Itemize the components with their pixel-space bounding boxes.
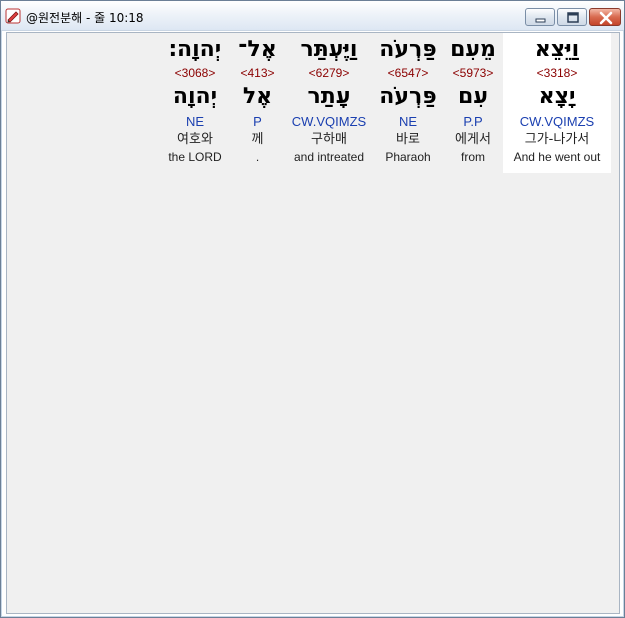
english-gloss: And he went out <box>513 150 601 164</box>
close-icon <box>599 11 613 25</box>
minimize-button[interactable] <box>525 8 555 26</box>
hebrew-word: וַיֵּצֵא <box>534 37 580 62</box>
close-button[interactable] <box>589 8 621 26</box>
hebrew-word: וַיֶּעְתַּר <box>300 37 358 62</box>
strong-number: <6279> <box>308 66 350 80</box>
morphology-code: P.P <box>463 114 483 129</box>
korean-gloss: 여호와 <box>177 132 213 147</box>
hebrew-root: יְהוָה <box>172 84 218 109</box>
hebrew-word: יְהוָה׃ <box>168 37 222 62</box>
hebrew-root: יָצָא <box>538 84 576 109</box>
hebrew-word: אֶל־ <box>238 37 277 62</box>
window-title: @원전분해 - 줄 10:18 <box>26 11 144 25</box>
strong-number: <5973> <box>452 66 494 80</box>
word-column-1-selected[interactable]: וַיֵּצֵא <3318> יָצָא CW.VQIMZS 그가-나가서 A… <box>503 33 611 173</box>
app-window: @원전분해 - 줄 10:18 יְהוָה׃ <3068> יְהוָה NE… <box>0 0 625 618</box>
hebrew-root: עָתַר <box>307 84 351 109</box>
strong-number: <3318> <box>536 66 578 80</box>
word-column-5[interactable]: אֶל־ <413> אֶל P 께 . <box>230 33 285 173</box>
maximize-button[interactable] <box>557 8 587 26</box>
korean-gloss: 께 <box>251 132 264 147</box>
strong-number: <3068> <box>174 66 216 80</box>
english-gloss: . <box>255 150 260 164</box>
korean-gloss: 바로 <box>396 132 420 147</box>
word-column-3[interactable]: פַּרְעֹה <6547> פַּרְעֹה NE 바로 Pharaoh <box>373 33 443 173</box>
title-bar[interactable]: @원전분해 - 줄 10:18 <box>1 1 624 31</box>
word-analysis-pane[interactable]: יְהוָה׃ <3068> יְהוָה NE 여호와 the LORD אֶ… <box>6 32 620 614</box>
morphology-code: CW.VQIMZS <box>519 114 595 129</box>
hebrew-root: פַּרְעֹה <box>379 84 437 109</box>
word-column-6[interactable]: יְהוָה׃ <3068> יְהוָה NE 여호와 the LORD <box>160 33 230 173</box>
english-gloss: and intreated <box>293 150 365 164</box>
korean-gloss: 그가-나가서 <box>524 132 590 147</box>
morphology-code: CW.VQIMZS <box>291 114 367 129</box>
minimize-icon <box>535 18 546 23</box>
english-gloss: from <box>461 150 485 164</box>
english-gloss: the LORD <box>168 150 222 164</box>
morphology-code: NE <box>185 114 205 129</box>
hebrew-root: אֶל <box>242 84 273 109</box>
hebrew-root: עִם <box>458 84 488 109</box>
hebrew-word: פַּרְעֹה <box>379 37 437 62</box>
maximize-icon <box>567 12 579 23</box>
korean-gloss: 에게서 <box>455 132 491 147</box>
interlinear-row: יְהוָה׃ <3068> יְהוָה NE 여호와 the LORD אֶ… <box>160 33 611 173</box>
english-gloss: Pharaoh <box>385 150 431 164</box>
word-column-2[interactable]: מֵעִם <5973> עִם P.P 에게서 from <box>443 33 503 173</box>
korean-gloss: 구하매 <box>311 132 347 147</box>
app-pen-icon <box>5 8 21 24</box>
hebrew-word: מֵעִם <box>450 37 496 62</box>
word-column-4[interactable]: וַיֶּעְתַּר <6279> עָתַר CW.VQIMZS 구하매 a… <box>285 33 373 173</box>
strong-number: <413> <box>240 66 275 80</box>
strong-number: <6547> <box>387 66 429 80</box>
morphology-code: P <box>253 114 262 129</box>
morphology-code: NE <box>398 114 418 129</box>
